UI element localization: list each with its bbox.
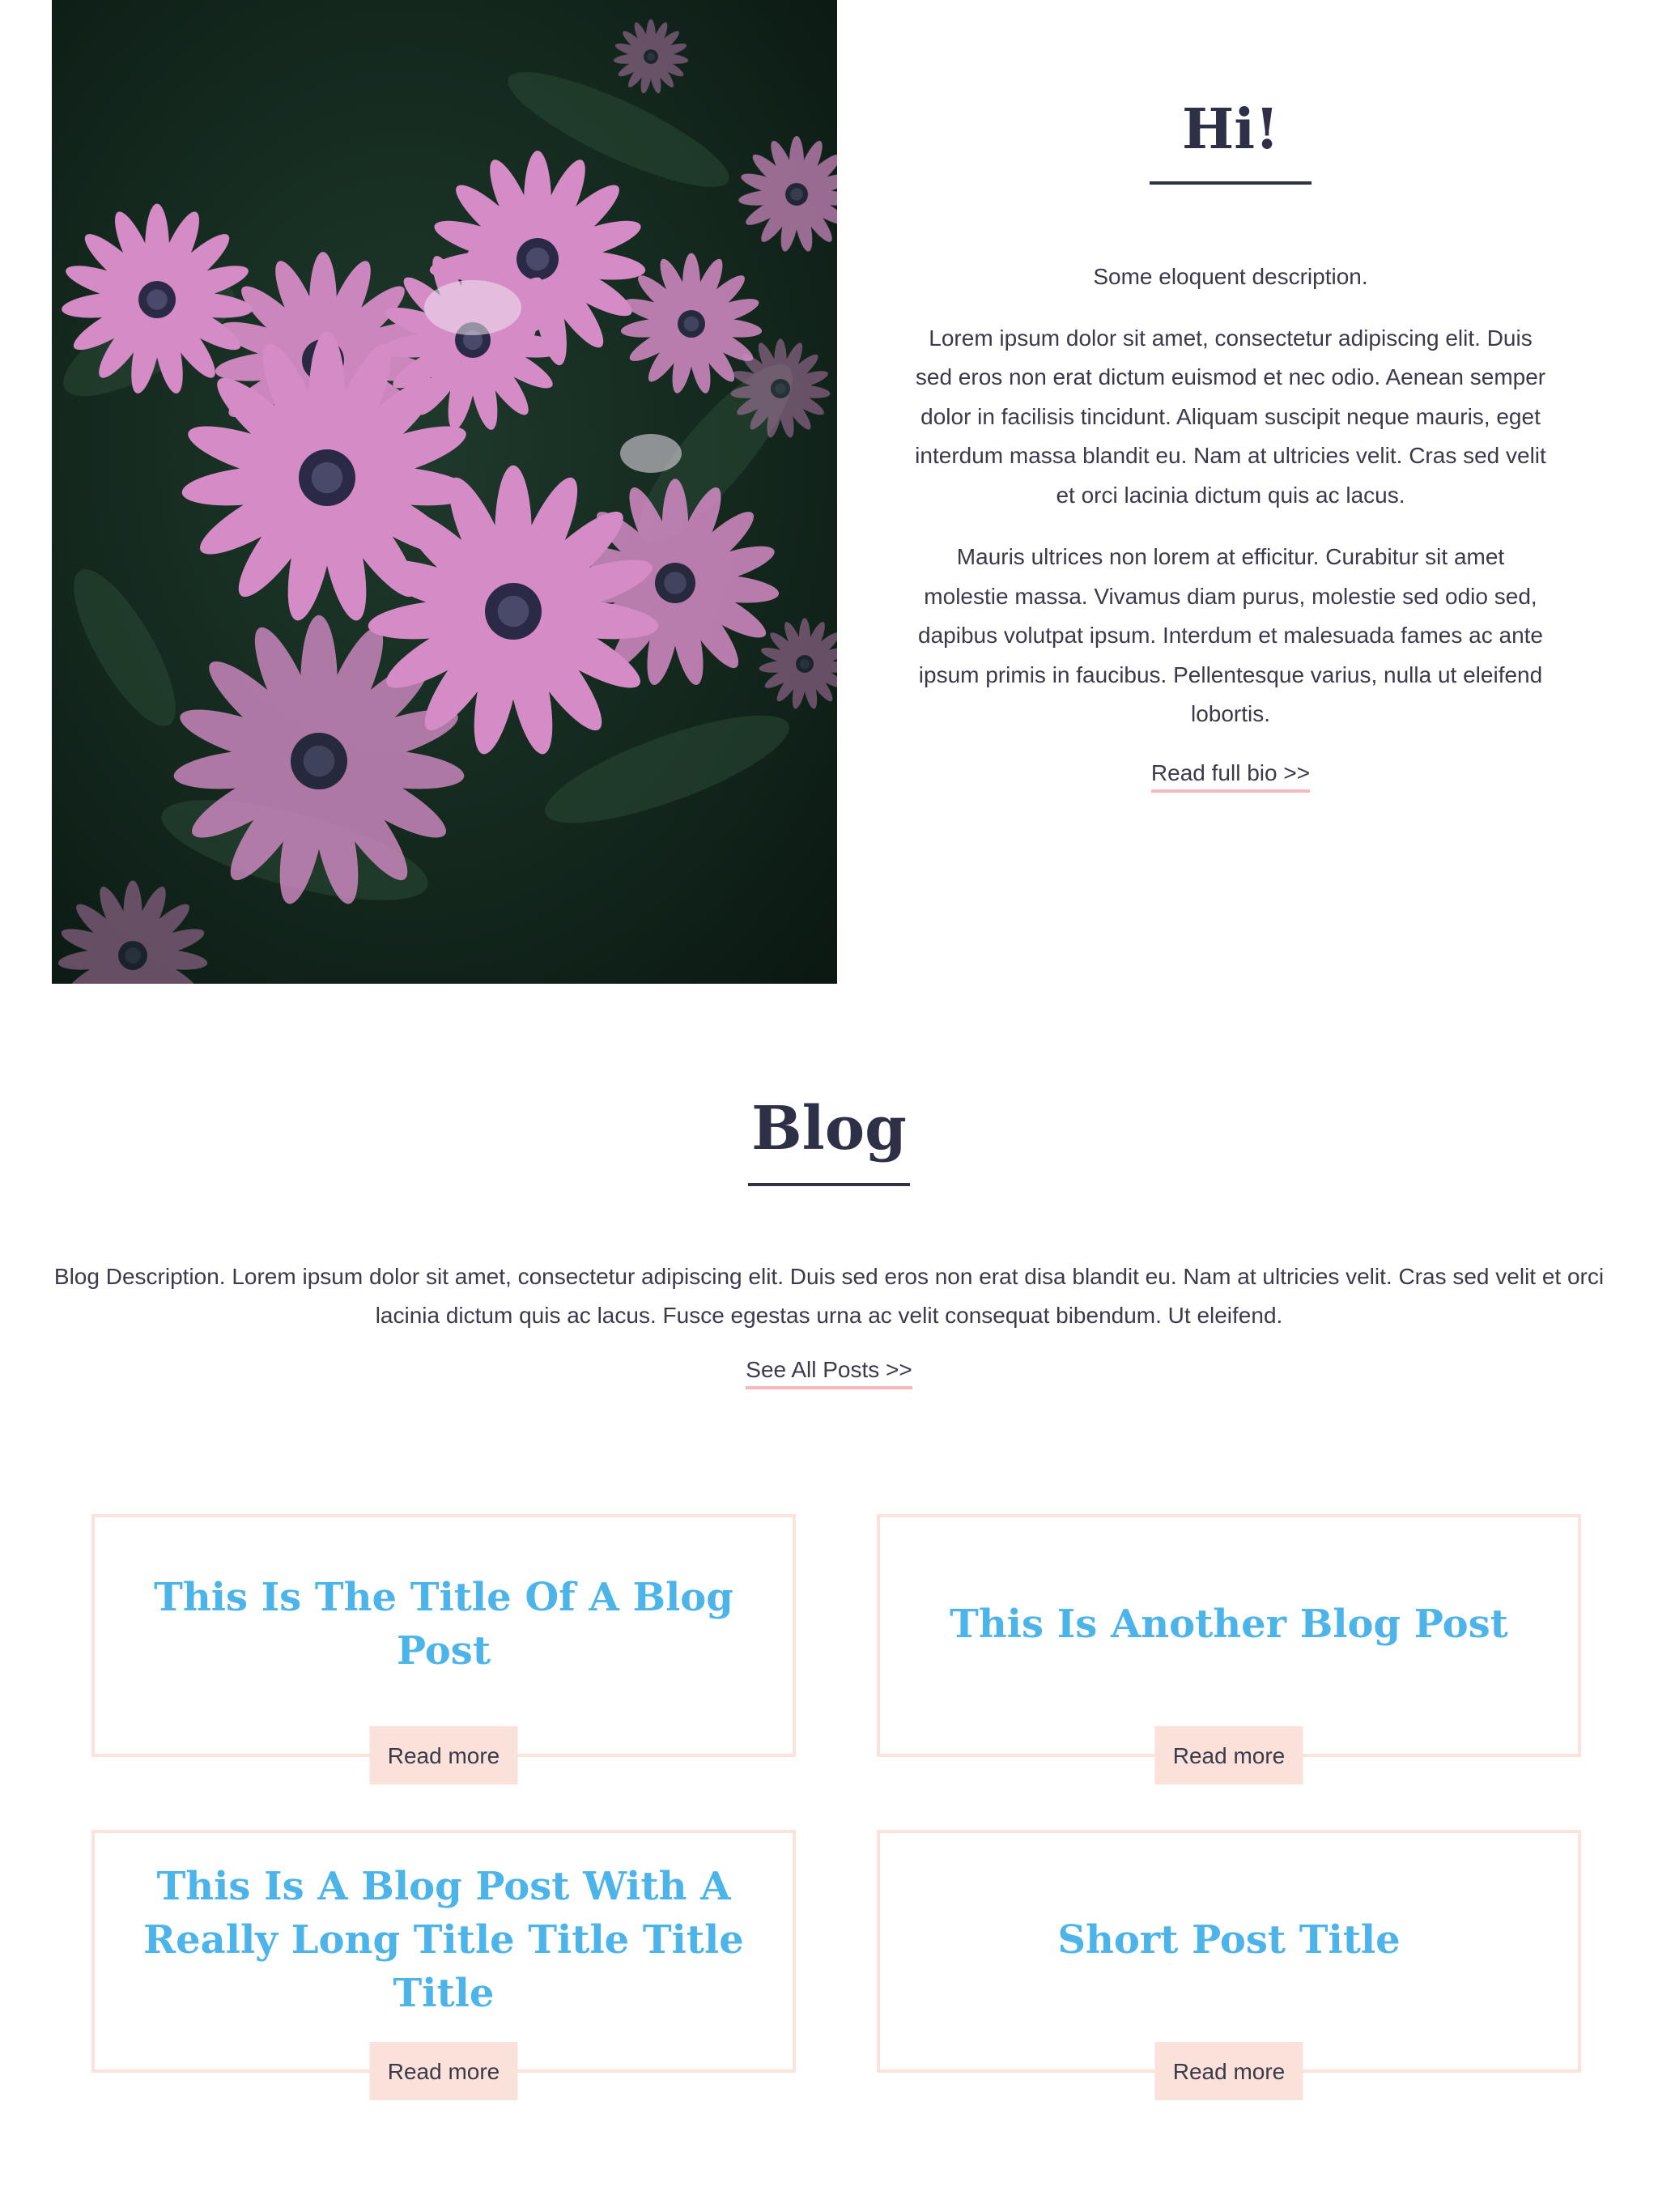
blog-post-title[interactable]: This Is The Title Of A Blog Post <box>127 1571 760 1678</box>
blog-post-title[interactable]: This Is A Blog Post With A Really Long T… <box>127 1860 760 2020</box>
blog-post-card: This Is The Title Of A Blog Post Read mo… <box>91 1514 796 1784</box>
blog-title: Blog <box>751 1094 907 1163</box>
read-more-button[interactable]: Read more <box>369 2042 518 2100</box>
about-paragraph-1: Lorem ipsum dolor sit amet, consectetur … <box>915 325 1546 508</box>
blog-post-title[interactable]: Short Post Title <box>1057 1913 1400 1967</box>
blog-post-card: This Is Another Blog Post Read more <box>877 1514 1581 1784</box>
see-all-posts-link[interactable]: See All Posts >> <box>746 1354 912 1389</box>
blog-description: Blog Description. Lorem ipsum dolor sit … <box>53 1263 1605 1329</box>
about-intro: Some eloquent description. <box>1093 263 1368 289</box>
about-flower-photo <box>52 0 837 984</box>
blog-post-title[interactable]: This Is Another Blog Post <box>950 1597 1508 1651</box>
about-text-block: Hi! Some eloquent description. Lorem ips… <box>915 97 1546 793</box>
about-title: Hi! <box>1182 97 1279 162</box>
blog-title-underline <box>748 1182 910 1186</box>
blog-post-card: This Is A Blog Post With A Really Long T… <box>91 1830 796 2100</box>
blog-post-card: Short Post Title Read more <box>877 1830 1581 2100</box>
about-title-underline <box>1150 181 1312 185</box>
about-paragraph-2: Mauris ultrices non lorem at efficitur. … <box>918 544 1543 727</box>
blog-header: Blog Blog Description. Lorem ipsum dolor… <box>52 1093 1606 1389</box>
read-more-button[interactable]: Read more <box>1154 2042 1303 2100</box>
read-more-button[interactable]: Read more <box>369 1726 518 1784</box>
read-full-bio-link[interactable]: Read full bio >> <box>1150 757 1311 793</box>
read-more-button[interactable]: Read more <box>1154 1726 1303 1784</box>
